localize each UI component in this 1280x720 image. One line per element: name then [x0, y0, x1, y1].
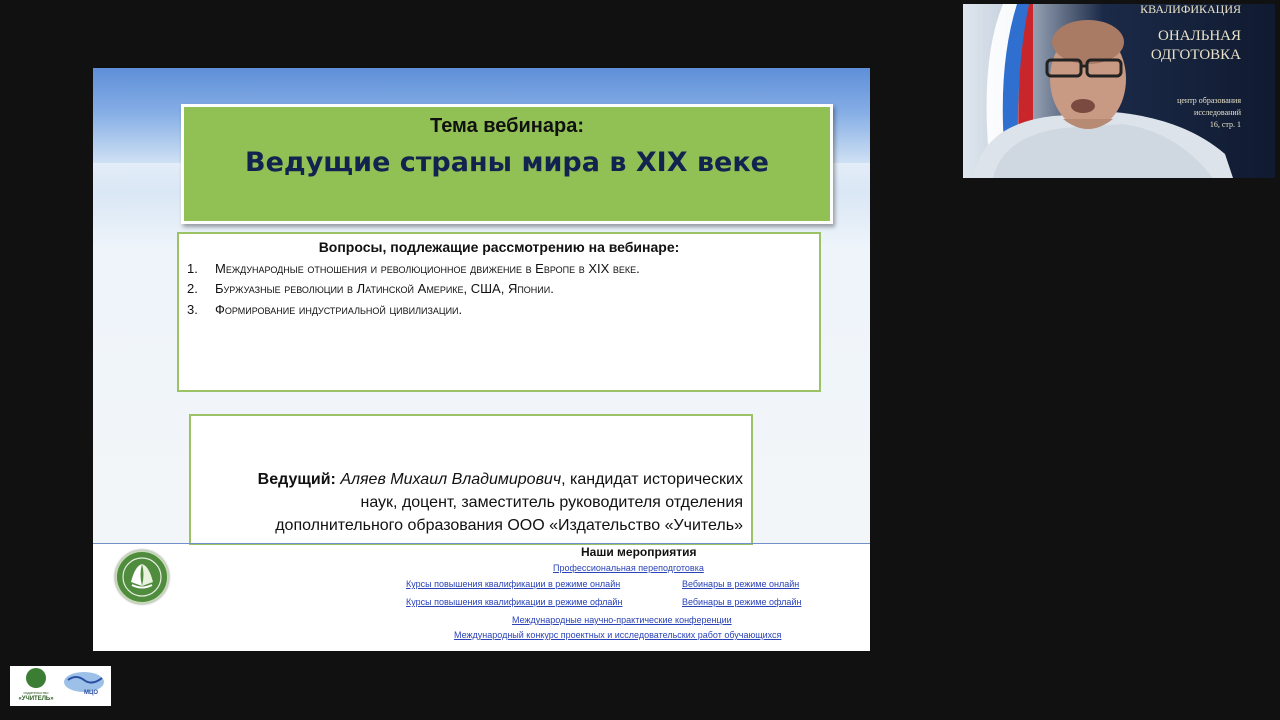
footer-divider [93, 543, 870, 544]
question-item: 3. Формирование индустриальной цивилизаци… [187, 302, 462, 317]
globe-icon [64, 672, 104, 692]
link-courses-offline[interactable]: Курсы повышения квалификации в режиме оф… [406, 597, 622, 607]
presentation-slide: Тема вебинара: Ведущие страны мира в XIX… [93, 68, 870, 651]
question-number: 3. [187, 302, 198, 317]
presenter-title-3: дополнительного образования ООО «Издател… [275, 517, 743, 534]
title-box: Тема вебинара: Ведущие страны мира в XIX… [181, 104, 833, 224]
publisher-logo: издательство «УЧИТЕЛЬ» [12, 668, 60, 704]
webcam-video: КВАЛИФИКАЦИЯ ОНАЛЬНАЯ ОДГОТОВКА центр об… [963, 4, 1275, 178]
presenter-video-figure [973, 20, 1233, 178]
events-heading: Наши мероприятия [581, 545, 697, 559]
link-conferences[interactable]: Международные научно-практические конфер… [512, 615, 732, 625]
question-number: 2. [187, 281, 198, 296]
slide-title: Ведущие страны мира в XIX веке [245, 147, 769, 178]
question-item: 1. Международные отношения и революционно… [187, 261, 640, 276]
presenter-title-2: наук, доцент, заместитель руководителя о… [360, 494, 744, 511]
question-text: Формирование индустриальной цивилизации. [215, 302, 463, 317]
partner-label: МЦО [84, 690, 99, 696]
partner-logo: МЦО [62, 670, 108, 702]
questions-box: Вопросы, подлежащие рассмотрению на веби… [177, 232, 821, 392]
corner-logo: издательство «УЧИТЕЛЬ» МЦО [10, 666, 111, 706]
questions-heading: Вопросы, подлежащие рассмотрению на веби… [318, 239, 680, 255]
question-text: Буржуазные революции в Латинской Америке… [215, 281, 554, 296]
presenter-info: Ведущий: Аляев Михаил Владимирович, канд… [183, 468, 743, 537]
presenter-title-1: , кандидат исторических [561, 471, 743, 488]
link-webinars-online[interactable]: Вебинары в режиме онлайн [682, 579, 799, 589]
title-label: Тема вебинара: [429, 115, 585, 137]
link-webinars-offline[interactable]: Вебинары в режиме офлайн [682, 597, 801, 607]
presenter-box: Ведущий: Аляев Михаил Владимирович, канд… [189, 414, 753, 545]
link-prof-retraining[interactable]: Профессиональная переподготовка [553, 563, 704, 573]
publisher-name-label: «УЧИТЕЛЬ» [18, 696, 54, 702]
question-item: 2. Буржуазные революции в Латинской Амери… [187, 281, 554, 296]
publisher-small-label: издательство [23, 690, 49, 695]
presenter-name: Аляев Михаил Владимирович [340, 471, 562, 488]
question-text: Международные отношения и революционное … [215, 261, 640, 276]
presenter-label: Ведущий: [257, 471, 336, 488]
publisher-logo-icon [115, 550, 169, 604]
publisher-badge-icon [26, 668, 46, 688]
question-number: 1. [187, 261, 198, 276]
link-courses-online[interactable]: Курсы повышения квалификации в режиме он… [406, 579, 620, 589]
link-contest[interactable]: Международный конкурс проектных и исслед… [454, 630, 781, 640]
